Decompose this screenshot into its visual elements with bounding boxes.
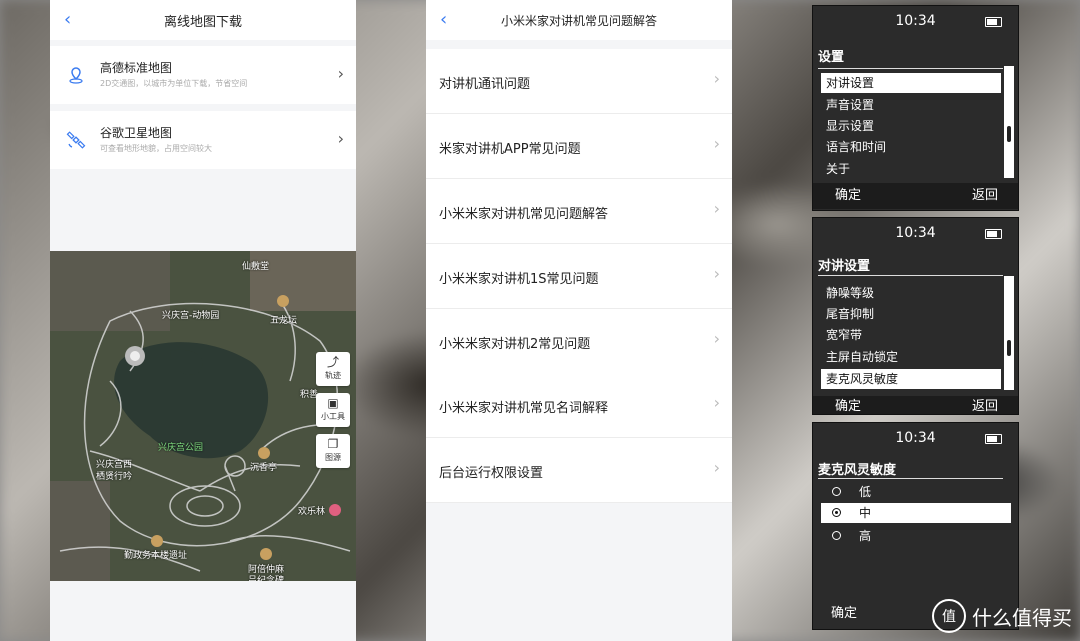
faq-item[interactable]: 小米米家对讲机常见名词解释 › (426, 373, 732, 438)
clock: 10:34 (895, 430, 936, 446)
chevron-right-icon: › (713, 458, 720, 477)
map-imagery (50, 251, 356, 581)
title-divider (818, 275, 1003, 276)
track-icon: ⤴ (326, 355, 339, 369)
radio-icon (832, 531, 841, 540)
layers-icon: ❐ (327, 437, 339, 451)
chevron-right-icon: › (713, 393, 720, 412)
screen-title: 对讲设置 (818, 259, 871, 274)
track-button[interactable]: ⤴ 轨迹 (316, 352, 350, 386)
menu-item[interactable]: 宽窄带 (821, 325, 1001, 345)
satellite-map[interactable]: 仙敷堂 兴庆宫-动物园 五龙坛 兴庆宫公园 兴庆宫西 栖贤行吟 沉香亭 欢乐林 … (50, 251, 356, 581)
page-title: 离线地图下载 (163, 14, 242, 30)
battery-icon (985, 229, 1002, 239)
faq-item[interactable]: 米家对讲机APP常见问题 › (426, 114, 732, 179)
status-bar: 10:34 (813, 218, 1018, 248)
location-pin-icon (69, 67, 83, 84)
faq-item[interactable]: 对讲机通讯问题 › (426, 49, 732, 114)
back-softkey[interactable]: 返回 (972, 396, 998, 418)
map-label: 兴庆宫-动物园 (162, 311, 220, 321)
back-icon[interactable]: ‹ (440, 10, 454, 30)
toolbox-icon: ▣ (327, 396, 339, 410)
title-divider (818, 478, 1003, 479)
map-label: 吕纪念碑 (248, 576, 285, 581)
map-label: 欢乐林 (298, 507, 326, 517)
scrollbar[interactable] (1004, 276, 1014, 390)
chevron-right-icon: › (713, 199, 720, 218)
faq-item[interactable]: 小米米家对讲机1S常见问题 › (426, 244, 732, 309)
list-item-amap[interactable]: 高德标准地图 2D交通图，以城市为单位下载，节省空间 › (50, 46, 356, 104)
ok-softkey[interactable]: 确定 (835, 183, 861, 209)
screen-title: 设置 (818, 50, 845, 65)
menu-item[interactable]: 显示设置 (821, 116, 1001, 136)
ok-softkey[interactable]: 确定 (835, 396, 861, 418)
faq-item[interactable]: 后台运行权限设置 › (426, 438, 732, 503)
watermark: 值 什么值得买 (932, 599, 1072, 633)
chevron-right-icon: › (337, 64, 344, 83)
radio-option-low[interactable]: 低 (821, 482, 1011, 502)
faq-item[interactable]: 小米米家对讲机常见问题解答 › (426, 179, 732, 244)
map-label: 五龙坛 (270, 316, 298, 326)
clock: 10:34 (895, 13, 936, 29)
radio-option-high[interactable]: 高 (821, 526, 1011, 546)
menu-item[interactable]: 语言和时间 (821, 137, 1001, 157)
layers-button[interactable]: ❐ 图源 (316, 434, 350, 468)
menu-item[interactable]: 麦克风灵敏度 (821, 369, 1001, 389)
status-bar: 10:34 (813, 423, 1018, 453)
radio-option-medium[interactable]: 中 (821, 503, 1011, 523)
back-softkey[interactable]: 返回 (972, 183, 998, 209)
offline-map-screen: ‹ 离线地图下载 高德标准地图 2D交通图，以城市为单位下载，节省空间 › 谷歌… (50, 0, 356, 641)
device-screen-settings: 10:34 设置 对讲设置 声音设置 显示设置 语言和时间 关于 确定 返回 (812, 5, 1019, 211)
satellite-icon (66, 131, 86, 149)
page-title: 小米米家对讲机常见问题解答 (500, 13, 657, 28)
menu-item[interactable]: 声音设置 (821, 95, 1001, 115)
menu-item[interactable]: 对讲设置 (821, 73, 1001, 93)
scrollbar[interactable] (1004, 66, 1014, 178)
radio-icon (832, 487, 841, 496)
chevron-right-icon: › (337, 129, 344, 148)
chevron-right-icon: › (713, 329, 720, 348)
map-label: 栖贤行吟 (96, 472, 133, 482)
device-screen-talk-settings: 10:34 对讲设置 静噪等级 尾音抑制 宽窄带 主屏自动锁定 麦克风灵敏度 确… (812, 217, 1019, 415)
item-title: 高德标准地图 (100, 61, 173, 75)
header: ‹ 离线地图下载 (50, 0, 356, 40)
battery-icon (985, 434, 1002, 444)
screen-title: 麦克风灵敏度 (818, 463, 897, 478)
menu-item[interactable]: 尾音抑制 (821, 304, 1001, 324)
map-label: 兴庆宫公园 (158, 443, 204, 453)
faq-item[interactable]: 小米米家对讲机2常见问题 › (426, 309, 732, 374)
item-title: 谷歌卫星地图 (100, 126, 173, 140)
scroll-thumb[interactable] (1007, 126, 1011, 142)
list-item-google[interactable]: 谷歌卫星地图 可查看地形地貌，占用空间较大 › (50, 111, 356, 169)
item-subtitle: 2D交通图，以城市为单位下载，节省空间 (100, 79, 248, 88)
softkey-bar: 确定 返回 (813, 396, 1018, 414)
menu-item[interactable]: 主屏自动锁定 (821, 347, 1001, 367)
chevron-right-icon: › (713, 264, 720, 283)
chevron-right-icon: › (713, 134, 720, 153)
back-icon[interactable]: ‹ (64, 10, 78, 30)
watermark-logo: 值 (932, 599, 966, 633)
scroll-thumb[interactable] (1007, 340, 1011, 356)
map-label: 仙敷堂 (242, 262, 270, 272)
radio-selected-icon (832, 508, 841, 517)
menu-item[interactable]: 关于 (821, 159, 1001, 179)
toolbox-button[interactable]: ▣ 小工具 (316, 393, 350, 427)
header: ‹ 小米米家对讲机常见问题解答 (426, 0, 732, 40)
battery-icon (985, 17, 1002, 27)
item-subtitle: 可查看地形地貌，占用空间较大 (100, 144, 212, 153)
map-label: 勤政务本楼遗址 (124, 551, 188, 561)
watermark-text: 什么值得买 (972, 605, 1072, 630)
menu-item[interactable]: 静噪等级 (821, 283, 1001, 303)
clock: 10:34 (895, 225, 936, 241)
title-divider (818, 68, 1003, 69)
chevron-right-icon: › (713, 69, 720, 88)
softkey-bar: 确定 返回 (813, 183, 1018, 209)
status-bar: 10:34 (813, 6, 1018, 36)
map-label: 沉香亭 (250, 463, 278, 473)
faq-screen: ‹ 小米米家对讲机常见问题解答 对讲机通讯问题 › 米家对讲机APP常见问题 › 小… (426, 0, 732, 641)
ok-softkey[interactable]: 确定 (831, 601, 857, 627)
